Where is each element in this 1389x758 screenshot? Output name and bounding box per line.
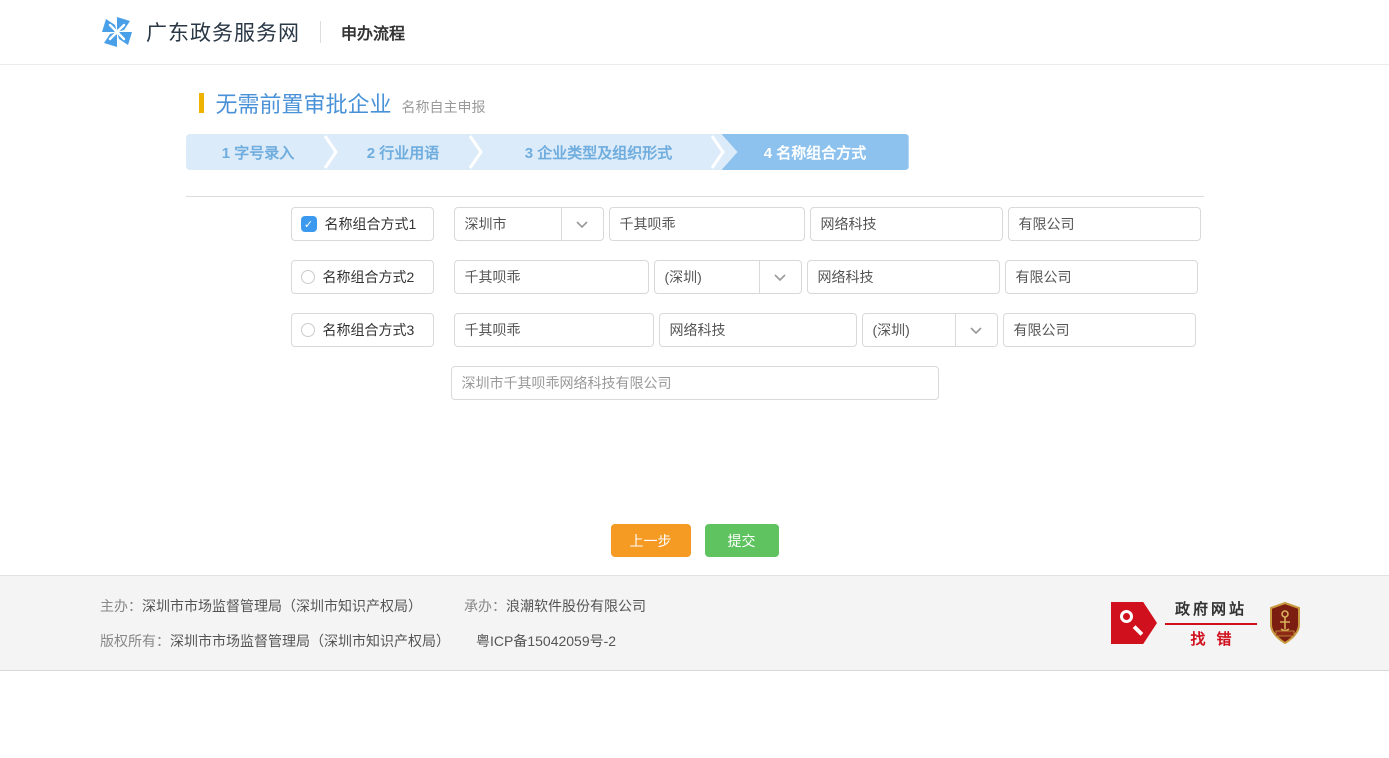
nav-item-process[interactable]: 申办流程 bbox=[341, 20, 405, 44]
brand-title: 广东政务服务网 bbox=[146, 17, 300, 47]
step-tab-4-active[interactable]: 4 名称组合方式 bbox=[722, 134, 909, 170]
step-tab-3[interactable]: 3 企业类型及组织形式 bbox=[476, 134, 722, 170]
radio-unchecked-icon[interactable] bbox=[301, 323, 315, 337]
submit-button[interactable]: 提交 bbox=[705, 524, 779, 557]
org-form-input[interactable] bbox=[1008, 207, 1201, 241]
org-form-input[interactable] bbox=[1005, 260, 1198, 294]
footer-undertaker-label: 承办： bbox=[464, 598, 506, 614]
industry-input[interactable] bbox=[659, 313, 857, 347]
trade-name-input[interactable] bbox=[454, 313, 654, 347]
option-2-selector[interactable]: 名称组合方式2 bbox=[291, 260, 434, 294]
footer-line-1: 主办：深圳市市场监督管理局（深圳市知识产权局） 承办：浪潮软件股份有限公司 bbox=[100, 596, 646, 616]
footer-badges: 政府网站 找错 bbox=[1111, 598, 1301, 649]
combined-name-row bbox=[186, 366, 1204, 400]
chevron-down-icon[interactable] bbox=[561, 208, 603, 240]
page-title-row: 无需前置审批企业 名称自主申报 bbox=[186, 87, 1204, 119]
name-option-row-2: 名称组合方式2 (深圳) bbox=[186, 260, 1204, 294]
action-buttons: 上一步 提交 bbox=[186, 524, 1204, 557]
trade-name-input[interactable] bbox=[454, 260, 649, 294]
chevron-down-icon[interactable] bbox=[759, 261, 801, 293]
step-chevron-icon bbox=[468, 134, 484, 170]
step-chevron-icon bbox=[323, 134, 339, 170]
option-2-label: 名称组合方式2 bbox=[323, 267, 415, 287]
main-content: 无需前置审批企业 名称自主申报 1 字号录入 2 行业用语 3 企业类型及组织形… bbox=[186, 65, 1204, 557]
region-select[interactable]: 深圳市 bbox=[454, 207, 604, 241]
region-select[interactable]: (深圳) bbox=[654, 260, 802, 294]
checkbox-checked-icon[interactable]: ✓ bbox=[301, 216, 317, 232]
header: 广东政务服务网 申办流程 bbox=[0, 0, 1389, 65]
header-divider bbox=[320, 21, 321, 43]
footer-undertaker-value: 浪潮软件股份有限公司 bbox=[506, 598, 646, 614]
step-progress-bar: 1 字号录入 2 行业用语 3 企业类型及组织形式 4 名称组合方式 bbox=[186, 134, 909, 170]
footer-host-value: 深圳市市场监督管理局（深圳市知识产权局） bbox=[142, 598, 422, 614]
name-option-row-1: ✓ 名称组合方式1 深圳市 bbox=[186, 207, 1204, 241]
page-subtitle: 名称自主申报 bbox=[402, 97, 486, 117]
title-accent-bar bbox=[199, 93, 204, 113]
previous-step-button[interactable]: 上一步 bbox=[611, 524, 691, 557]
region-select-value: (深圳) bbox=[863, 314, 955, 346]
footer-host-label: 主办： bbox=[100, 598, 142, 614]
option-1-selector[interactable]: ✓ 名称组合方式1 bbox=[291, 207, 434, 241]
option-1-label: 名称组合方式1 bbox=[325, 214, 417, 234]
cyber-police-badge-icon[interactable] bbox=[1269, 602, 1301, 644]
name-option-row-3: 名称组合方式3 (深圳) bbox=[186, 313, 1204, 347]
option-3-selector[interactable]: 名称组合方式3 bbox=[291, 313, 434, 347]
radio-unchecked-icon[interactable] bbox=[301, 270, 315, 284]
industry-input[interactable] bbox=[807, 260, 1000, 294]
region-select-value: 深圳市 bbox=[455, 208, 561, 240]
trade-name-input[interactable] bbox=[609, 207, 805, 241]
region-select-value: (深圳) bbox=[655, 261, 759, 293]
footer-icp-number: 粤ICP备15042059号-2 bbox=[476, 633, 616, 649]
chevron-down-icon[interactable] bbox=[955, 314, 997, 346]
industry-input[interactable] bbox=[810, 207, 1003, 241]
name-combination-form: ✓ 名称组合方式1 深圳市 名称组合方式2 bbox=[186, 197, 1204, 557]
magnifier-flag-icon bbox=[1111, 602, 1157, 644]
badge-find-error-text: 找错 bbox=[1165, 625, 1257, 649]
badge-gov-site-text: 政府网站 bbox=[1165, 598, 1257, 625]
brand-pinwheel-logo-icon[interactable] bbox=[100, 15, 134, 49]
page-title: 无需前置审批企业 bbox=[216, 87, 392, 119]
footer-line-2: 版权所有：深圳市市场监督管理局（深圳市知识产权局） 粤ICP备15042059号-… bbox=[100, 631, 646, 651]
footer: 主办：深圳市市场监督管理局（深圳市知识产权局）承办：浪潮软件股份有限公司 版权所… bbox=[0, 575, 1389, 671]
region-select[interactable]: (深圳) bbox=[862, 313, 998, 347]
gov-site-error-report-badge[interactable]: 政府网站 找错 bbox=[1111, 598, 1257, 649]
org-form-input[interactable] bbox=[1003, 313, 1196, 347]
combined-name-input[interactable] bbox=[451, 366, 939, 400]
step-chevron-icon bbox=[710, 134, 726, 170]
step-tab-1[interactable]: 1 字号录入 bbox=[186, 134, 331, 170]
option-3-label: 名称组合方式3 bbox=[323, 320, 415, 340]
footer-copyright-value: 深圳市市场监督管理局（深圳市知识产权局） bbox=[170, 633, 450, 649]
footer-copyright-label: 版权所有： bbox=[100, 633, 170, 649]
step-tab-2[interactable]: 2 行业用语 bbox=[331, 134, 476, 170]
